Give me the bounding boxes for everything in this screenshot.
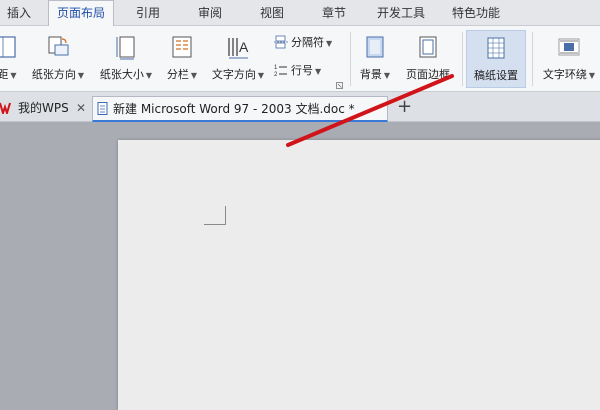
margin-corner-mark	[204, 224, 226, 225]
manuscript-paper-icon	[487, 37, 505, 59]
tab-active-document[interactable]: 新建 Microsoft Word 97 - 2003 文档.doc *	[92, 96, 388, 122]
page-background-icon	[366, 36, 384, 58]
document-tab-bar: 我的WPS ✕ 新建 Microsoft Word 97 - 2003 文档.d…	[0, 92, 600, 122]
margins-label: 距	[0, 68, 9, 81]
text-wrap-label: 文字环绕	[542, 68, 587, 81]
tab-review[interactable]: 审阅	[188, 0, 232, 26]
separator-label: 分隔符	[291, 36, 324, 49]
text-direction-icon: A	[228, 38, 249, 59]
chevron-down-icon: ▼	[326, 39, 333, 48]
background-button[interactable]: 背景 ▼	[354, 26, 396, 92]
new-tab-icon[interactable]: +	[397, 95, 412, 119]
line-number-label: 行号	[291, 64, 313, 77]
tab-insert[interactable]: 插入	[0, 0, 38, 26]
chevron-down-icon: ▼	[315, 67, 322, 76]
wps-logo-icon	[0, 102, 11, 114]
document-icon	[97, 102, 108, 115]
margin-corner-mark	[225, 206, 226, 225]
separator-button[interactable]: 分隔符 ▼	[274, 32, 332, 54]
tab-view[interactable]: 视图	[250, 0, 294, 26]
ribbon-divider	[462, 32, 463, 86]
columns-icon	[172, 36, 192, 58]
page-orientation-icon	[48, 36, 69, 56]
line-number-icon: 1 2	[274, 65, 287, 77]
document-page[interactable]	[118, 140, 600, 410]
page-border-button[interactable]: 页面边框	[400, 26, 456, 92]
page-border-icon	[419, 36, 437, 58]
active-document-title: 新建 Microsoft Word 97 - 2003 文档.doc *	[113, 102, 355, 116]
paper-size-button[interactable]: 纸张大小 ▼	[94, 26, 158, 92]
paper-size-icon	[116, 36, 135, 60]
svg-text:2: 2	[274, 72, 278, 77]
tab-developer[interactable]: 开发工具	[370, 0, 432, 26]
svg-text:1: 1	[274, 65, 278, 71]
page-break-icon	[274, 35, 288, 49]
page-border-label: 页面边框	[406, 68, 450, 81]
svg-text:A: A	[239, 39, 249, 55]
tab-page-layout[interactable]: 页面布局	[48, 0, 114, 27]
menu-bar: 插入 页面布局 引用 审阅 视图 章节 开发工具 特色功能	[0, 0, 600, 27]
ribbon-divider	[532, 32, 533, 86]
columns-label: 分栏	[166, 68, 189, 81]
ribbon: 距 ▼ 纸张方向 ▼ 纸张大小 ▼ 分栏 ▼ A 文字方向 ▼ 分隔符 ▼ 1 …	[0, 26, 600, 92]
text-direction-label: 文字方向	[211, 68, 256, 81]
tab-chapter[interactable]: 章节	[312, 0, 356, 26]
ribbon-divider	[350, 32, 351, 86]
chevron-down-icon: ▼	[383, 71, 391, 80]
text-direction-button[interactable]: A 文字方向 ▼	[206, 26, 270, 92]
chevron-down-icon: ▼	[190, 71, 198, 80]
text-wrap-button[interactable]: 文字环绕 ▼	[538, 26, 600, 92]
tab-my-wps-label: 我的WPS	[18, 101, 69, 115]
chevron-down-icon: ▼	[588, 71, 596, 80]
chevron-down-icon: ▼	[145, 71, 153, 80]
orientation-button[interactable]: 纸张方向 ▼	[26, 26, 90, 92]
tab-my-wps[interactable]: 我的WPS ✕	[0, 96, 90, 122]
dialog-launcher-icon[interactable]	[336, 82, 343, 89]
background-label: 背景	[359, 68, 382, 81]
columns-button[interactable]: 分栏 ▼	[160, 26, 204, 92]
chevron-down-icon: ▼	[10, 71, 17, 80]
orientation-label: 纸张方向	[31, 68, 76, 81]
margins-button[interactable]: 距 ▼	[0, 26, 22, 92]
manuscript-settings-button[interactable]: 稿纸设置	[466, 30, 526, 88]
text-wrap-icon	[558, 38, 580, 56]
chevron-down-icon: ▼	[77, 71, 85, 80]
document-workspace	[0, 122, 600, 410]
margins-icon	[0, 36, 16, 58]
chevron-down-icon: ▼	[257, 71, 265, 80]
tab-references[interactable]: 引用	[126, 0, 170, 26]
manuscript-settings-label: 稿纸设置	[474, 69, 518, 82]
tab-special-features[interactable]: 特色功能	[444, 0, 508, 26]
line-number-button[interactable]: 1 2 行号 ▼	[274, 60, 321, 82]
close-icon[interactable]: ✕	[76, 96, 86, 120]
paper-size-label: 纸张大小	[99, 68, 144, 81]
